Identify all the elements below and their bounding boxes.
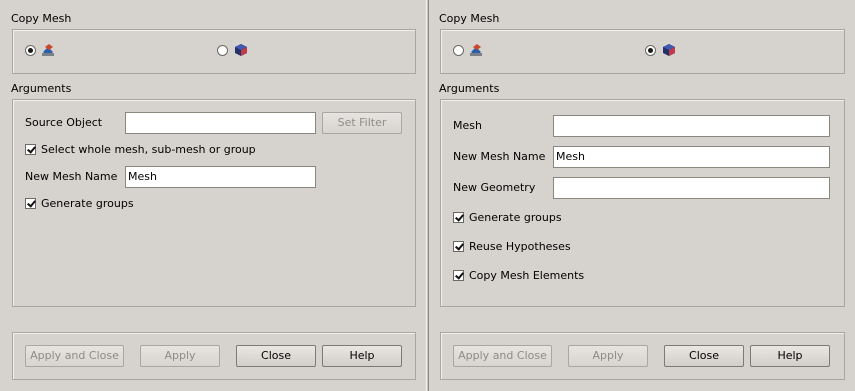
source-object-input[interactable] xyxy=(125,112,316,134)
copy-mesh-dialog-right: Copy Mesh Arguments Mesh New Mesh Name M… xyxy=(429,0,855,391)
generate-groups-label: Generate groups xyxy=(41,197,134,210)
apply-and-close-button[interactable]: Apply and Close xyxy=(25,345,124,367)
help-button[interactable]: Help xyxy=(750,345,830,367)
copy-mesh-with-geometry-icon xyxy=(235,44,247,56)
close-button[interactable]: Close xyxy=(664,345,744,367)
new-mesh-name-input[interactable]: Mesh xyxy=(125,166,316,188)
mode-frame xyxy=(440,29,845,74)
new-geometry-input[interactable] xyxy=(553,177,830,199)
arguments-title: Arguments xyxy=(439,82,500,95)
close-button[interactable]: Close xyxy=(236,345,316,367)
copy-mesh-with-geometry-icon xyxy=(663,44,675,56)
copy-mesh-icon xyxy=(42,44,54,56)
select-whole-label: Select whole mesh, sub-mesh or group xyxy=(41,143,256,156)
reuse-hypotheses-checkbox[interactable] xyxy=(453,241,464,252)
apply-and-close-button[interactable]: Apply and Close xyxy=(453,345,552,367)
mode-frame xyxy=(12,29,416,74)
mesh-label: Mesh xyxy=(453,119,482,132)
generate-groups-checkbox[interactable] xyxy=(453,212,464,223)
source-object-label: Source Object xyxy=(25,116,103,129)
select-whole-checkbox[interactable] xyxy=(25,144,36,155)
copy-mesh-group-title: Copy Mesh xyxy=(11,12,72,25)
apply-button[interactable]: Apply xyxy=(140,345,220,367)
help-button[interactable]: Help xyxy=(322,345,402,367)
set-filter-button[interactable]: Set Filter xyxy=(322,112,402,134)
generate-groups-checkbox[interactable] xyxy=(25,198,36,209)
copy-mesh-elements-label: Copy Mesh Elements xyxy=(469,269,585,282)
arguments-title: Arguments xyxy=(11,82,72,95)
apply-button[interactable]: Apply xyxy=(568,345,648,367)
copy-mesh-group-title: Copy Mesh xyxy=(439,12,500,25)
new-mesh-name-label: New Mesh Name xyxy=(25,170,118,183)
copy-mesh-with-geometry-radio[interactable] xyxy=(217,45,228,56)
copy-mesh-elements-checkbox[interactable] xyxy=(453,270,464,281)
copy-mesh-radio[interactable] xyxy=(453,45,464,56)
mesh-input[interactable] xyxy=(553,115,830,137)
reuse-hypotheses-label: Reuse Hypotheses xyxy=(469,240,571,253)
copy-mesh-with-geometry-radio[interactable] xyxy=(645,45,656,56)
new-geometry-label: New Geometry xyxy=(453,181,536,194)
copy-mesh-radio[interactable] xyxy=(25,45,36,56)
generate-groups-label: Generate groups xyxy=(469,211,562,224)
new-mesh-name-input[interactable]: Mesh xyxy=(553,146,830,168)
copy-mesh-dialog-left: Copy Mesh Arguments Source Object Set Fi… xyxy=(0,0,426,391)
new-mesh-name-label: New Mesh Name xyxy=(453,150,546,163)
copy-mesh-icon xyxy=(470,44,482,56)
